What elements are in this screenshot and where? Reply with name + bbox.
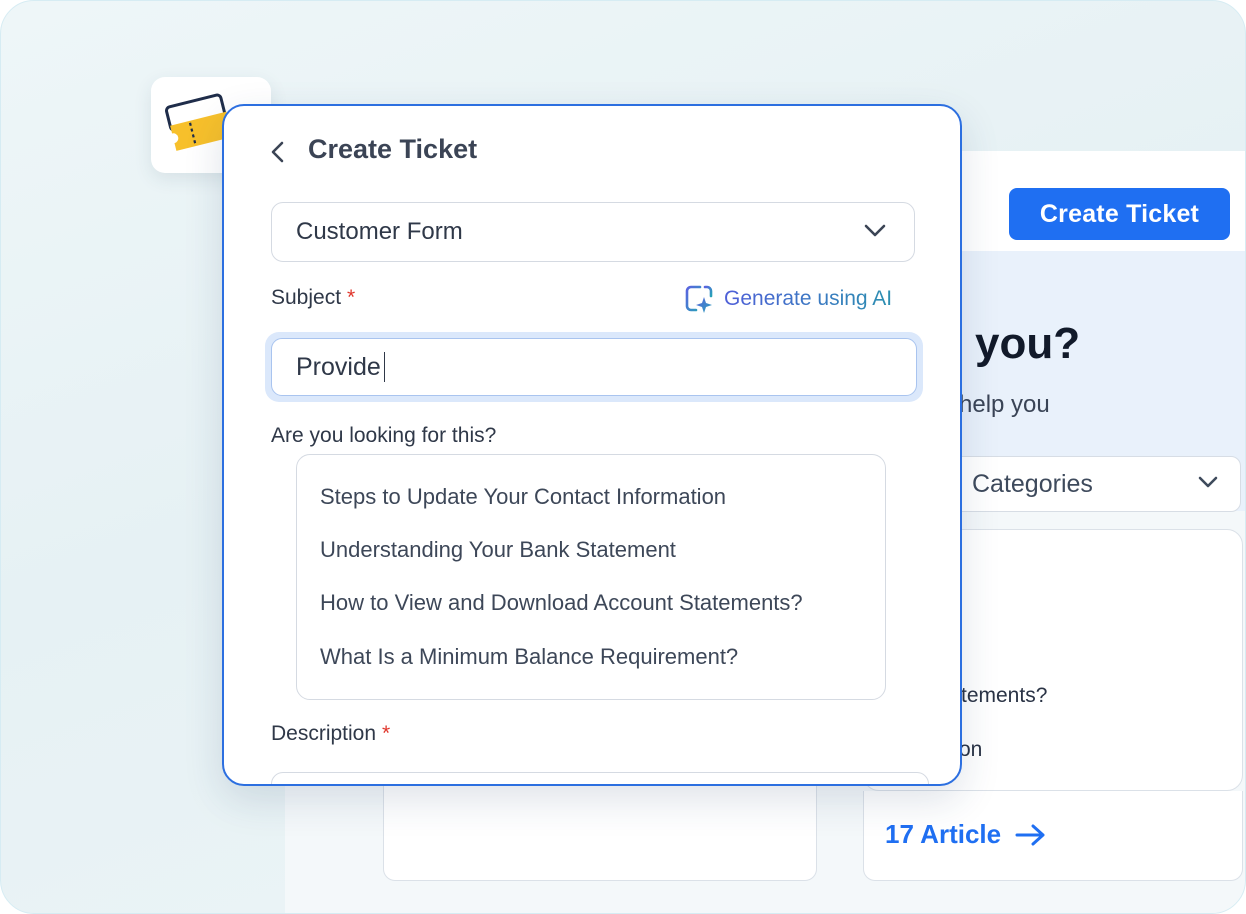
article-link-label: 17 Article: [885, 819, 1002, 849]
suggestion-item[interactable]: Steps to Update Your Contact Information: [320, 484, 726, 510]
subject-label: Subject *: [271, 286, 356, 309]
article-item[interactable]: tements?: [961, 684, 1047, 708]
modal-title: Create Ticket: [308, 134, 478, 164]
hero-title: you?: [975, 319, 1081, 368]
categories-select[interactable]: Categories: [931, 456, 1241, 512]
suggestions-list: Steps to Update Your Contact Information…: [296, 454, 886, 700]
description-label: Description *: [271, 722, 391, 745]
form-type-select[interactable]: Customer Form: [271, 202, 915, 262]
create-ticket-modal: Create Ticket Customer Form Subject * Gen…: [222, 104, 962, 786]
suggestion-item[interactable]: Understanding Your Bank Statement: [320, 537, 676, 563]
generate-ai-button[interactable]: Generate using AI: [684, 284, 892, 314]
suggestion-item[interactable]: What Is a Minimum Balance Requirement?: [320, 644, 738, 670]
create-ticket-button[interactable]: Create Ticket: [1009, 188, 1230, 240]
back-chevron-icon[interactable]: [269, 140, 285, 164]
suggestion-item[interactable]: How to View and Download Account Stateme…: [320, 590, 803, 616]
form-type-value: Customer Form: [296, 218, 463, 245]
arrow-right-icon: [1015, 824, 1045, 845]
generate-ai-label: Generate using AI: [724, 287, 893, 310]
text-caret: [383, 352, 386, 382]
chevron-down-icon: [864, 224, 886, 237]
app-frame: Create Ticket you? help you Categories t…: [0, 0, 1246, 914]
article-item[interactable]: on: [959, 738, 982, 762]
category-card: [383, 771, 817, 881]
ai-sparkle-icon: [685, 285, 713, 313]
description-input[interactable]: [271, 772, 929, 784]
hero-subtitle: help you: [959, 391, 1050, 418]
required-mark: *: [347, 286, 356, 309]
required-mark: *: [382, 722, 391, 745]
categories-select-label: Categories: [972, 470, 1093, 498]
chevron-down-icon: [1198, 476, 1218, 488]
suggestions-label: Are you looking for this?: [271, 424, 497, 447]
subject-input[interactable]: Provide: [271, 338, 917, 396]
article-link[interactable]: 17 Article: [885, 819, 1047, 850]
subject-focus-ring: Provide: [265, 332, 923, 402]
